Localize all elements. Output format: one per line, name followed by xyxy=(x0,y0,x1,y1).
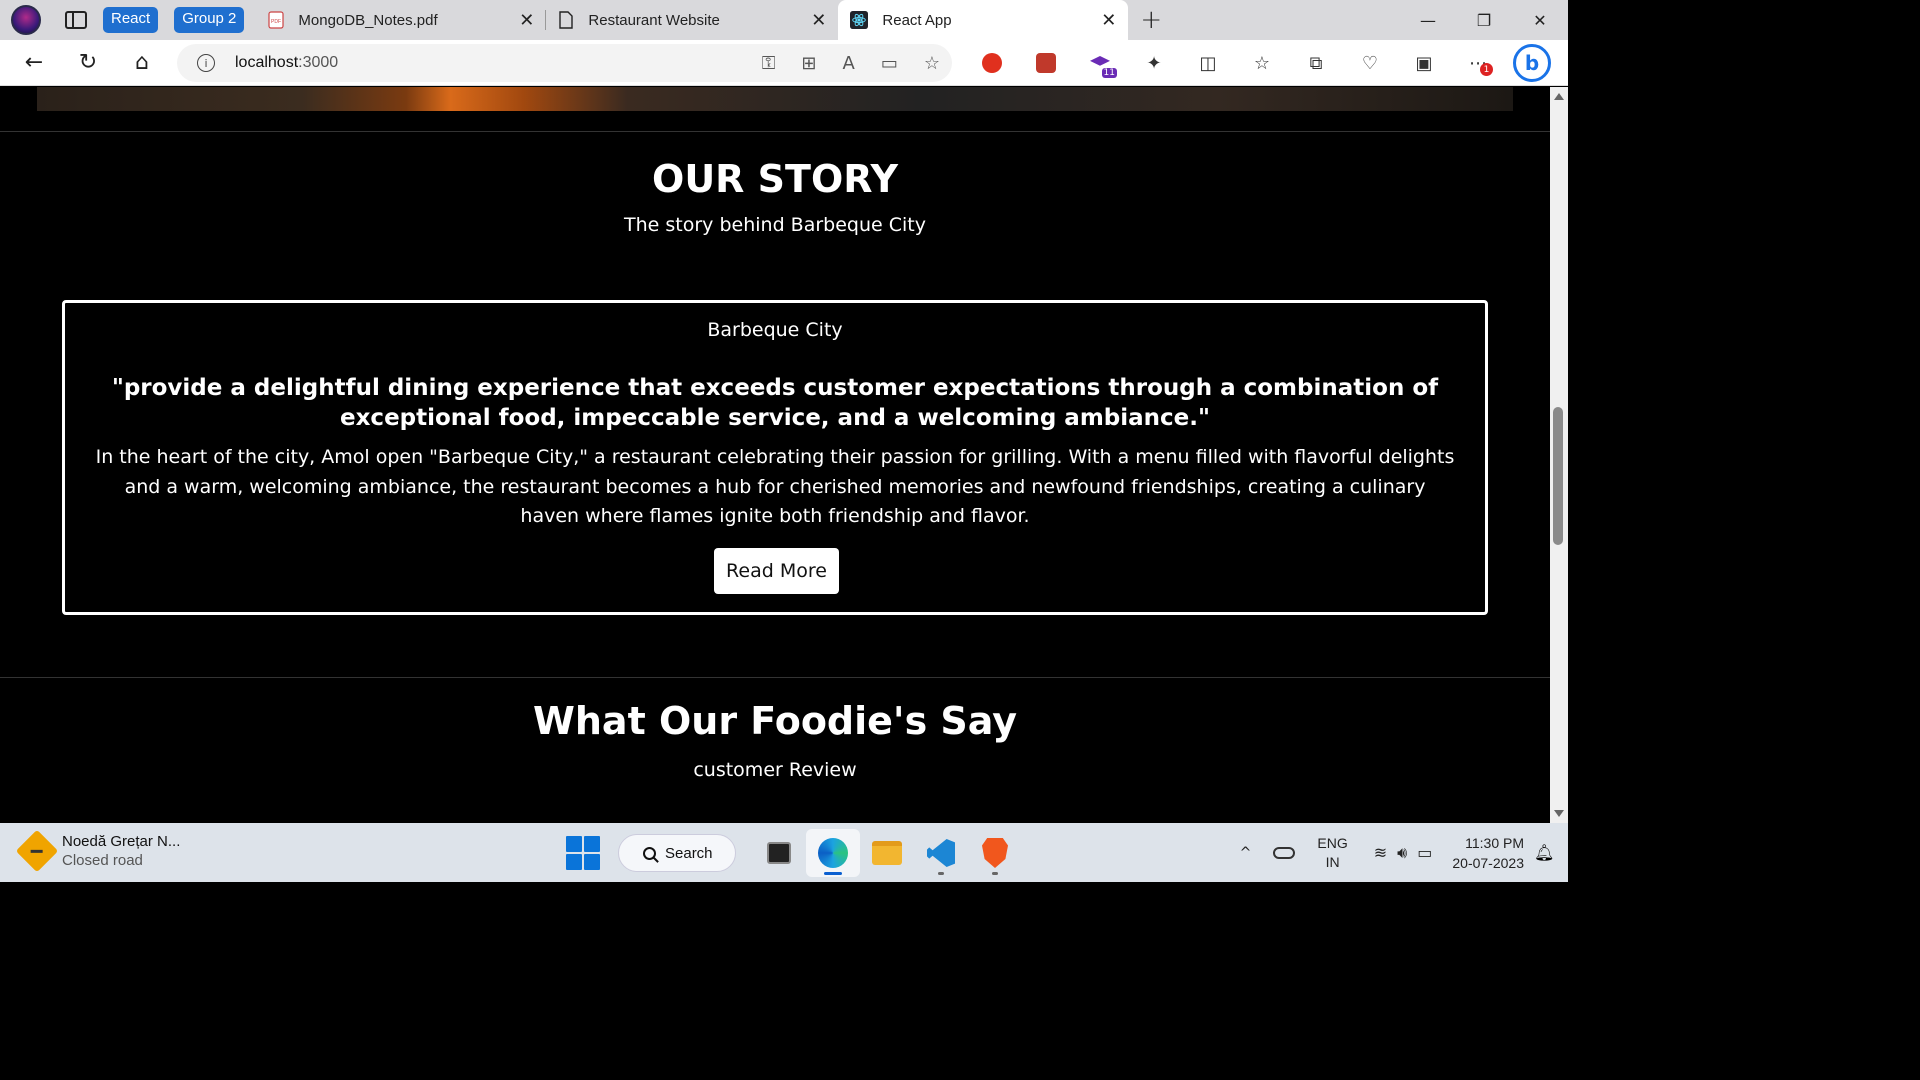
mission-quote: "provide a delightful dining experience … xyxy=(111,375,1439,431)
collections-icon[interactable]: ⧉ xyxy=(1289,40,1343,86)
tab-title: React App xyxy=(882,11,952,29)
onedrive-icon[interactable] xyxy=(1273,846,1296,859)
hero-image xyxy=(37,87,1513,111)
page-viewport: OUR STORY The story behind Barbeque City… xyxy=(0,87,1550,823)
card-title: Barbeque City xyxy=(707,319,843,341)
language-indicator[interactable]: ENG IN xyxy=(1317,834,1347,872)
story-heading: OUR STORY xyxy=(652,157,898,201)
tab-react-app[interactable]: React App ✕ xyxy=(838,0,1129,40)
windows-taskbar: Noedă Grețar N... Closed road Search ^ E… xyxy=(0,823,1568,882)
math-solver-icon[interactable]: ▣ xyxy=(1397,40,1451,86)
close-icon[interactable]: ✕ xyxy=(519,10,534,31)
address-bar-actions: ⚿ ⊞ A ▭ ☆ xyxy=(762,44,940,82)
minimize-button[interactable]: — xyxy=(1400,0,1456,40)
weather-line2: Closed road xyxy=(62,852,143,869)
react-icon xyxy=(850,11,869,29)
more-menu-icon[interactable]: ⋯ 1 xyxy=(1451,40,1505,86)
site-info-icon[interactable]: i xyxy=(197,54,215,72)
close-icon[interactable]: ✕ xyxy=(811,10,826,31)
notification-bell-icon[interactable]: 🔔︎ xyxy=(1534,843,1554,862)
wifi-icon: ≋ xyxy=(1373,842,1388,862)
favorites-icon[interactable]: ☆ xyxy=(1235,40,1289,86)
window-controls: — ❐ ✕ xyxy=(1400,0,1568,40)
url-text[interactable]: localhost:3000 xyxy=(235,54,338,72)
reviews-heading: What Our Foodie's Say xyxy=(532,699,1018,743)
svg-text:PDF: PDF xyxy=(271,19,281,25)
page-scrollbar[interactable] xyxy=(1550,87,1568,823)
restore-button[interactable]: ❐ xyxy=(1456,0,1512,40)
system-status[interactable]: ≋ 🔊︎ ▭ xyxy=(1374,843,1433,863)
battery-icon: ▭ xyxy=(1417,842,1433,862)
edge-browser-icon[interactable] xyxy=(806,829,860,877)
section-divider xyxy=(0,131,1550,132)
clock[interactable]: 11:30 PM 20-07-2023 xyxy=(1452,833,1524,873)
refresh-icon[interactable]: ↻ xyxy=(61,40,115,86)
tab-title: Restaurant Website xyxy=(588,11,720,29)
file-explorer-icon[interactable] xyxy=(860,829,914,877)
tab-group-react[interactable]: React xyxy=(103,7,159,33)
extension-toolbar: 11 ✦ ◫ ☆ ⧉ ♡ ▣ ⋯ 1 b xyxy=(965,40,1559,86)
search-icon xyxy=(643,846,656,860)
reviews-subheading: customer Review xyxy=(693,759,857,781)
back-icon[interactable]: ← xyxy=(7,40,61,86)
read-aloud-icon[interactable]: A xyxy=(843,53,855,74)
wallet-icon[interactable]: ▭ xyxy=(881,53,898,74)
key-icon[interactable]: ⚿ xyxy=(762,53,776,74)
workspaces-icon[interactable] xyxy=(65,11,87,29)
scroll-down-arrow-icon[interactable] xyxy=(1554,810,1564,817)
tab-mongodb-notes[interactable]: PDF MongoDB_Notes.pdf ✕ xyxy=(256,0,547,40)
story-body: In the heart of the city, Amol open "Bar… xyxy=(95,446,1455,527)
apps-icon[interactable]: ⊞ xyxy=(801,53,816,74)
tab-title: MongoDB_Notes.pdf xyxy=(298,11,438,29)
browser-tab-bar: React Group 2 PDF MongoDB_Notes.pdf ✕ Re… xyxy=(0,0,1568,40)
extension-square-icon[interactable] xyxy=(1019,40,1073,86)
bing-copilot-icon[interactable]: b xyxy=(1505,40,1559,86)
weather-line1: Noedă Grețar N... xyxy=(62,833,181,850)
show-hidden-icons-icon[interactable]: ^ xyxy=(1240,845,1252,861)
tab-group-2[interactable]: Group 2 xyxy=(174,7,245,33)
road-warning-icon xyxy=(15,829,59,873)
read-more-button[interactable]: Read More xyxy=(714,548,839,594)
extension-graduation-icon[interactable]: 11 xyxy=(1073,40,1127,86)
brave-browser-icon[interactable] xyxy=(968,829,1022,877)
browser-essentials-icon[interactable]: ♡ xyxy=(1343,40,1397,86)
extensions-puzzle-icon[interactable]: ✦ xyxy=(1127,40,1181,86)
profile-avatar[interactable] xyxy=(11,5,41,35)
windows-start-icon[interactable] xyxy=(566,836,600,870)
favorite-star-icon[interactable]: ☆ xyxy=(924,53,940,74)
new-tab-button[interactable]: + xyxy=(1140,5,1162,35)
weather-widget[interactable]: Noedă Grețar N... Closed road xyxy=(15,829,181,873)
story-card: Barbeque City "provide a delightful dini… xyxy=(62,300,1488,615)
scroll-up-arrow-icon[interactable] xyxy=(1554,93,1564,100)
tab-restaurant-website[interactable]: Restaurant Website ✕ xyxy=(546,0,838,40)
section-divider xyxy=(0,677,1550,678)
browser-toolbar: ← ↻ ⌂ i localhost:3000 ⚿ ⊞ A ▭ ☆ 11 ✦ ◫ … xyxy=(0,40,1568,86)
scroll-thumb[interactable] xyxy=(1553,407,1563,545)
taskbar-apps: Search xyxy=(566,829,1022,877)
address-bar[interactable]: i localhost:3000 ⚿ ⊞ A ▭ ☆ xyxy=(177,44,952,82)
task-view-icon[interactable] xyxy=(752,829,806,877)
system-tray: ^ ENG IN ≋ 🔊︎ ▭ 11:30 PM 20-07-2023 🔔︎ xyxy=(1240,823,1568,882)
home-icon[interactable]: ⌂ xyxy=(115,40,169,86)
page-icon xyxy=(559,11,574,29)
close-icon[interactable]: ✕ xyxy=(1101,10,1116,31)
taskbar-search[interactable]: Search xyxy=(618,834,736,872)
close-window-button[interactable]: ✕ xyxy=(1512,0,1568,40)
pdf-icon: PDF xyxy=(268,11,284,29)
extension-red-icon[interactable] xyxy=(965,40,1019,86)
vscode-icon[interactable] xyxy=(914,829,968,877)
split-screen-icon[interactable]: ◫ xyxy=(1181,40,1235,86)
story-subheading: The story behind Barbeque City xyxy=(624,214,926,236)
volume-icon: 🔊︎ xyxy=(1397,842,1408,862)
